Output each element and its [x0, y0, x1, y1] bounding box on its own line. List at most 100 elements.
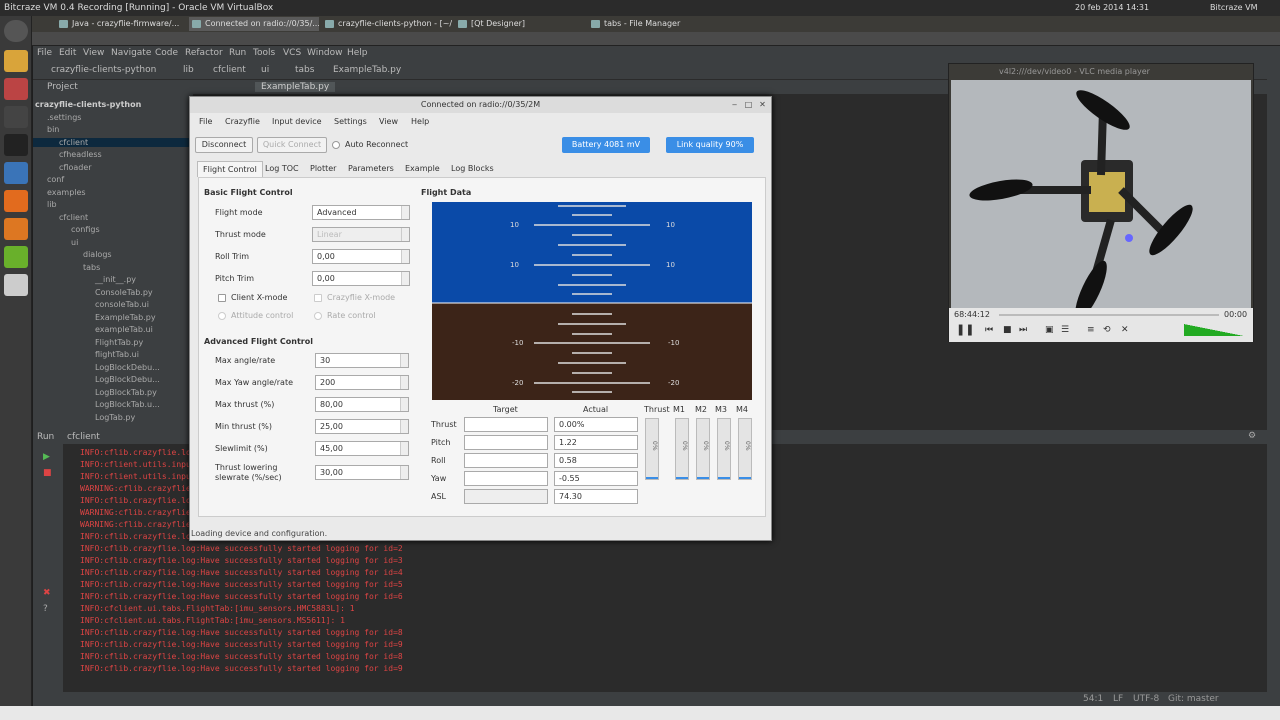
target-field[interactable] — [464, 435, 548, 450]
cursor-position[interactable]: 54:1 — [1083, 694, 1103, 704]
crumb-ui[interactable]: ui — [261, 65, 269, 75]
menu-crazyflie[interactable]: Crazyflie — [225, 117, 260, 126]
menu-view[interactable]: View — [379, 117, 398, 126]
spotify-icon[interactable] — [4, 246, 28, 268]
dash-icon[interactable] — [4, 20, 28, 42]
tab-log-toc[interactable]: Log TOC — [260, 161, 304, 177]
project-tree-item[interactable]: cfclient — [33, 213, 193, 222]
project-tree-item[interactable]: tabs — [33, 263, 193, 272]
menu-help[interactable]: Help — [411, 117, 429, 126]
tab-flight-control[interactable]: Flight Control — [197, 161, 263, 177]
chrome-icon[interactable] — [4, 50, 28, 72]
menu-settings[interactable]: Settings — [334, 117, 367, 126]
attitude-control-radio[interactable] — [218, 312, 226, 320]
max-yaw-spinbox[interactable]: 200 — [315, 375, 409, 390]
thrust-mode-select[interactable]: Linear — [312, 227, 410, 242]
project-tree-item[interactable]: ExampleTab.py — [33, 313, 193, 322]
project-tree-item[interactable]: conf — [33, 175, 193, 184]
crumb-file[interactable]: ExampleTab.py — [333, 65, 401, 75]
project-tree-item[interactable]: ConsoleTab.py — [33, 288, 193, 297]
maximize-icon[interactable]: □ — [744, 100, 753, 109]
roll-trim-spinbox[interactable]: 0,00 — [312, 249, 410, 264]
right-scrollbar[interactable] — [1267, 64, 1280, 706]
target-field[interactable] — [464, 417, 548, 432]
quick-connect-button[interactable]: Quick Connect — [257, 137, 327, 153]
max-thrust-spinbox[interactable]: 80,00 — [315, 397, 409, 412]
next-icon[interactable]: ⏭ — [1019, 325, 1027, 335]
previous-icon[interactable]: ⏮ — [985, 325, 993, 335]
crazyflie-xmode-checkbox[interactable] — [314, 294, 322, 302]
virtualbox-icon[interactable] — [4, 162, 28, 184]
project-tree-item[interactable]: cfloader — [33, 163, 193, 172]
run-label[interactable]: Run — [37, 432, 54, 442]
client-xmode-checkbox[interactable] — [218, 294, 226, 302]
date-display[interactable]: 20 feb 2014 14:31 — [1075, 3, 1149, 12]
project-tree-item[interactable]: lib — [33, 200, 193, 209]
project-tree-item[interactable]: crazyflie-clients-python — [33, 100, 193, 109]
settings-gear-icon[interactable]: ⚙ — [1248, 431, 1256, 441]
stop-icon[interactable]: ■ — [43, 468, 52, 478]
stop-icon[interactable]: ■ — [1003, 325, 1012, 335]
crumb-project[interactable]: crazyflie-clients-python — [51, 65, 156, 75]
slewlimit-spinbox[interactable]: 45,00 — [315, 441, 409, 456]
firefox-icon[interactable] — [4, 190, 28, 212]
target-field[interactable] — [464, 489, 548, 504]
project-tree-item[interactable]: LogTab.py — [33, 413, 193, 422]
files-icon[interactable] — [4, 78, 28, 100]
user-menu[interactable]: Bitcraze VM — [1210, 3, 1257, 12]
spin-arrows-icon[interactable] — [401, 272, 409, 285]
project-tree-item[interactable]: LogBlockTab.py — [33, 388, 193, 397]
line-separator[interactable]: LF — [1113, 694, 1123, 704]
task-java[interactable]: Java - crazyflie-firmware/... — [56, 17, 186, 31]
menu-file[interactable]: File — [37, 48, 52, 58]
project-tree-item[interactable]: configs — [33, 225, 193, 234]
rerun-icon[interactable]: ▶ — [43, 452, 50, 462]
spin-arrows-icon[interactable] — [400, 354, 408, 367]
spin-arrows-icon[interactable] — [400, 466, 408, 479]
pause-icon[interactable]: ❚❚ — [956, 323, 974, 336]
project-tree-item[interactable]: flightTab.ui — [33, 350, 193, 359]
task-pycharm[interactable]: crazyflie-clients-python - [~/... — [322, 17, 452, 31]
volume-slider[interactable] — [1184, 324, 1244, 336]
flight-mode-select[interactable]: Advanced — [312, 205, 410, 220]
target-field[interactable] — [464, 453, 548, 468]
fullscreen-icon[interactable]: ▣ — [1045, 325, 1054, 335]
spin-arrows-icon[interactable] — [400, 442, 408, 455]
project-tree-item[interactable]: cfheadless — [33, 150, 193, 159]
tab-example[interactable]: ExampleTab.py — [255, 82, 336, 92]
menu-refactor[interactable]: Refactor — [185, 48, 223, 58]
project-tree-item[interactable]: exampleTab.ui — [33, 325, 193, 334]
seek-bar[interactable] — [999, 314, 1219, 316]
menu-window[interactable]: Window — [307, 48, 343, 58]
tab-example[interactable]: Example — [400, 161, 445, 177]
project-tree-item[interactable]: ui — [33, 238, 193, 247]
tab-parameters[interactable]: Parameters — [343, 161, 399, 177]
extended-settings-icon[interactable]: ☰ — [1061, 325, 1069, 335]
project-tree-item[interactable]: consoleTab.ui — [33, 300, 193, 309]
menu-help[interactable]: Help — [347, 48, 368, 58]
crumb-lib[interactable]: lib — [183, 65, 194, 75]
spin-arrows-icon[interactable] — [400, 398, 408, 411]
help-icon[interactable]: ? — [43, 604, 48, 614]
crumb-cfclient[interactable]: cfclient — [213, 65, 246, 75]
minimize-icon[interactable]: ‒ — [730, 100, 739, 109]
rate-control-radio[interactable] — [314, 312, 322, 320]
project-tree-item[interactable]: LogBlockTab.u... — [33, 400, 193, 409]
project-tree-item[interactable]: FlightTab.py — [33, 338, 193, 347]
playlist-icon[interactable]: ≡ — [1087, 325, 1095, 335]
menu-code[interactable]: Code — [155, 48, 178, 58]
software-center-icon[interactable] — [4, 218, 28, 240]
thrust-lowering-spinbox[interactable]: 30,00 — [315, 465, 409, 480]
project-tree-item[interactable]: __init__.py — [33, 275, 193, 284]
loop-icon[interactable]: ⟲ — [1103, 325, 1111, 335]
menu-file[interactable]: File — [199, 117, 212, 126]
menu-run[interactable]: Run — [229, 48, 246, 58]
pycharm-icon[interactable] — [4, 106, 28, 128]
project-tree-item[interactable]: LogBlockDebu... — [33, 363, 193, 372]
spin-arrows-icon[interactable] — [400, 420, 408, 433]
spin-arrows-icon[interactable] — [401, 250, 409, 263]
spin-arrows-icon[interactable] — [400, 376, 408, 389]
max-angle-spinbox[interactable]: 30 — [315, 353, 409, 368]
menu-tools[interactable]: Tools — [253, 48, 275, 58]
terminal-icon[interactable] — [4, 134, 28, 156]
